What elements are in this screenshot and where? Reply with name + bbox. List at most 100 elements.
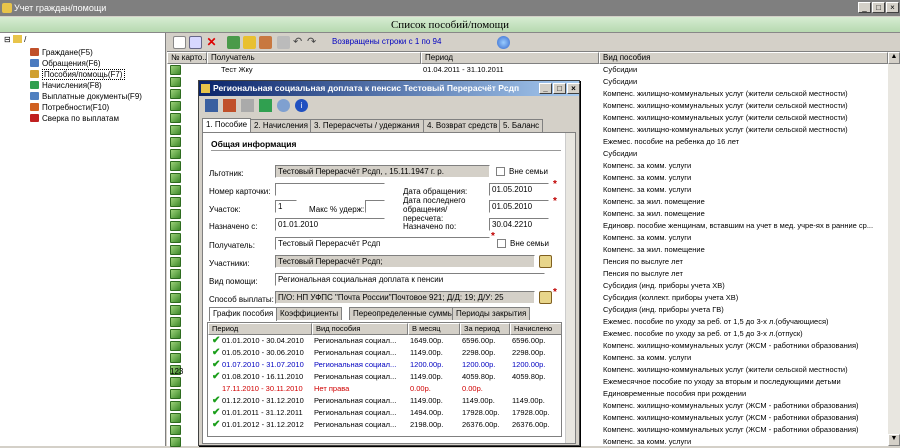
schedule-row[interactable]: ✔ 01.01.2010 - 30.04.2010 Региональная соц… [208, 335, 562, 347]
lgotnik-field[interactable]: Тестовый Перерасчёт Рсдп, , 15.11.1947 г… [275, 165, 490, 178]
dialog-tab[interactable]: 5. Баланс [499, 119, 543, 132]
money-icon[interactable] [259, 99, 272, 112]
sched-col-period[interactable]: Период [208, 323, 312, 335]
uchastok-field[interactable]: 1 [275, 200, 297, 213]
schedule-subtab[interactable]: Периоды закрытия [452, 307, 530, 320]
date-obr-field[interactable]: 01.05.2010 [489, 183, 549, 196]
grid-scrollbar[interactable]: ▲ ▼ [888, 52, 900, 446]
export-icon[interactable] [259, 36, 272, 49]
pick-payment-icon[interactable] [539, 291, 552, 304]
side-number: 123 [170, 367, 183, 376]
tree-item[interactable]: Граждане(F5) [30, 47, 93, 58]
sched-col-total[interactable]: За период [460, 323, 510, 335]
minimize-button[interactable]: _ [858, 2, 871, 13]
record-icon [170, 353, 181, 363]
dialog-scrollbar[interactable] [565, 133, 575, 443]
vid-select[interactable]: Региональная социальная доплата к пенсии [275, 273, 545, 286]
record-icon [170, 137, 181, 147]
maks-label: Макс % удерж: [309, 205, 364, 214]
new-doc-icon[interactable] [173, 36, 186, 49]
tree-item-icon [30, 114, 39, 122]
card-field[interactable] [275, 183, 385, 196]
table-row[interactable]: Тест Жку 01.04.2011 - 31.10.2011 Субсидии [167, 64, 888, 76]
date-last-field[interactable]: 01.05.2010 [489, 200, 549, 213]
schedule-row[interactable]: ✔ 01.01.2012 - 31.12.2012 Региональная соц… [208, 419, 562, 431]
row-type: Субсидия (инд. приборы учета ГВ) [603, 304, 724, 316]
scroll-up-button[interactable]: ▲ [888, 52, 900, 64]
undo-icon[interactable]: ↶ [293, 36, 306, 49]
search-icon[interactable] [497, 36, 510, 49]
sched-col-month[interactable]: В месяц [408, 323, 460, 335]
sched-accrued: 2298.00р. [512, 347, 545, 359]
sched-accrued: 26376.00р. [512, 419, 550, 431]
sched-total: 6596.00р. [462, 335, 495, 347]
row-type: Компенс. жилищно-коммунальных услуг (жит… [603, 88, 848, 100]
uchast-label: Участники: [209, 259, 249, 268]
delete-icon[interactable]: ✕ [205, 36, 218, 49]
print-icon[interactable] [241, 99, 254, 112]
pick-participants-icon[interactable] [539, 255, 552, 268]
record-icon [170, 293, 181, 303]
close-button[interactable]: × [886, 2, 899, 13]
print-icon[interactable] [277, 36, 290, 49]
sched-col-type[interactable]: Вид пособия [312, 323, 408, 335]
sched-month: 1494.00р. [410, 407, 443, 419]
refresh-icon[interactable] [277, 99, 290, 112]
tree-item[interactable]: Пособия/помощь(F7) [30, 69, 125, 80]
vne-semi-label-2: Вне семьи [510, 239, 549, 248]
tree-item[interactable]: Обращения(F6) [30, 58, 101, 69]
schedule-row[interactable]: ✔ 01.05.2010 - 30.06.2010 Региональная соц… [208, 347, 562, 359]
edit-icon[interactable] [189, 36, 202, 49]
nazn-po-field[interactable]: 30.04.2210 [489, 218, 549, 231]
row-type: Компенс. жилищно-коммунальных услуг (жит… [603, 112, 848, 124]
vne-semi-checkbox[interactable] [496, 167, 505, 176]
vne-semi-checkbox-2[interactable] [497, 239, 506, 248]
dialog-close-button[interactable]: × [567, 83, 580, 94]
schedule-row[interactable]: ✔ 01.08.2010 - 16.11.2010 Региональная соц… [208, 371, 562, 383]
tree-item[interactable]: Выплатные документы(F9) [30, 91, 142, 102]
uchast-field[interactable]: Тестовый Перерасчёт Рсдп; [275, 255, 535, 268]
schedule-subtab[interactable]: График пособия [209, 307, 277, 321]
record-icon [170, 329, 181, 339]
sposob-field[interactable]: П/О: НП УФПС "Почта России"Почтовое 921;… [275, 291, 535, 304]
col-period[interactable]: Период [421, 52, 599, 64]
tree-root[interactable]: ⊟ / [4, 35, 26, 44]
poluch-label: Получатель: [209, 241, 255, 250]
poluch-select[interactable]: Тестовый Перерасчёт Рсдп [275, 237, 490, 250]
dialog-minimize-button[interactable]: _ [539, 83, 552, 94]
col-recipient[interactable]: Получатель [207, 52, 421, 64]
col-type[interactable]: Вид пособия [599, 52, 888, 64]
filter-icon[interactable] [243, 36, 256, 49]
redo-icon[interactable]: ↷ [307, 36, 320, 49]
tree-item[interactable]: Потребности(F10) [30, 102, 109, 113]
maximize-button[interactable]: □ [872, 2, 885, 13]
save-icon[interactable] [205, 99, 218, 112]
schedule-row[interactable]: ✔ 01.12.2010 - 31.12.2010 Региональная соц… [208, 395, 562, 407]
schedule-row[interactable]: ✔ 01.07.2010 - 31.07.2010 Региональная соц… [208, 359, 562, 371]
refresh-icon[interactable] [227, 36, 240, 49]
section-title: Общая информация [211, 139, 296, 149]
schedule-subtab[interactable]: Переопределенные суммы [349, 307, 458, 320]
sched-accrued: 17928.00р. [512, 407, 550, 419]
info-icon[interactable]: i [295, 99, 308, 112]
sched-total: 17928.00р. [462, 407, 500, 419]
scroll-down-button[interactable]: ▼ [888, 434, 900, 446]
nazn-s-field[interactable]: 01.01.2010 [275, 218, 385, 231]
sched-type: Региональная социал... [314, 395, 396, 407]
tree-item[interactable]: Начисления(F8) [30, 80, 102, 91]
people-icon[interactable] [223, 99, 236, 112]
tree-item[interactable]: Сверка по выплатам [30, 113, 119, 124]
schedule-row[interactable]: ✔ 01.01.2011 - 31.12.2011 Региональная соц… [208, 407, 562, 419]
schedule-row[interactable]: 17.11.2010 - 30.11.2010 Нет права 0.00р. 0.… [208, 383, 562, 395]
dialog-maximize-button[interactable]: □ [553, 83, 566, 94]
maks-field[interactable] [365, 200, 385, 213]
schedule-subtab[interactable]: Коэффициенты [276, 307, 342, 320]
dialog-tab[interactable]: 2. Начисления [250, 119, 312, 132]
dialog-tab[interactable]: 1. Пособие [202, 118, 251, 132]
record-icon [170, 341, 181, 351]
dialog-tab[interactable]: 4. Возврат средств [423, 119, 501, 132]
sched-col-accrued[interactable]: Начислено [510, 323, 562, 335]
col-card[interactable]: № карто... [167, 52, 207, 64]
row-type: Ежемес. пособие по уходу за реб. от 1,5 … [603, 316, 829, 328]
dialog-tab[interactable]: 3. Перерасчеты / удержания [310, 119, 424, 132]
